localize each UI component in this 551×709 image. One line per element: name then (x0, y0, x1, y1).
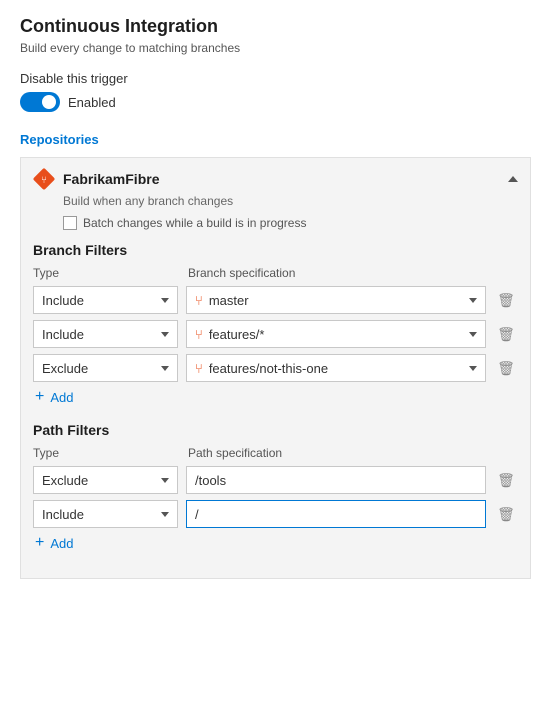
path-spec-col-label: Path specification (188, 446, 518, 460)
branch-filters-title: Branch Filters (33, 242, 518, 258)
path-filters-section: Path Filters Type Path specification Exc… (33, 422, 518, 552)
page-subtitle: Build every change to matching branches (20, 41, 531, 55)
spec-inner-0: ⑂ master (195, 293, 249, 308)
repo-collapse-chevron[interactable] (508, 176, 518, 182)
branch-add-label: Add (50, 390, 73, 405)
path-type-value-1: Include (42, 507, 84, 522)
repo-icon: ⑂ (33, 168, 55, 190)
page-container: Continuous Integration Build every chang… (0, 0, 551, 611)
path-add-label: Add (50, 536, 73, 551)
repo-header: ⑂ FabrikamFibre (33, 168, 518, 190)
path-filter-row-1: Include 🗑 (33, 500, 518, 528)
path-spec-input-1[interactable] (186, 500, 486, 528)
branch-filter-row-1: Include ⑂ features/* 🗑 (33, 320, 518, 348)
batch-row: Batch changes while a build is in progre… (63, 216, 518, 230)
path-chevron-down-0 (161, 478, 169, 483)
repositories-section-title: Repositories (20, 132, 531, 147)
branch-filter-row-0: Include ⑂ master 🗑 (33, 286, 518, 314)
repo-name: FabrikamFibre (63, 171, 500, 187)
path-delete-btn-0[interactable]: 🗑 (494, 468, 518, 492)
path-type-col-label: Type (33, 446, 178, 460)
path-filters-header: Type Path specification (33, 446, 518, 460)
branch-spec-value-0: master (209, 293, 249, 308)
page-title: Continuous Integration (20, 16, 531, 37)
chevron-down-icon-spec-2 (469, 366, 477, 371)
branch-delete-btn-1[interactable]: 🗑 (494, 322, 518, 346)
repo-item: ⑂ FabrikamFibre Build when any branch ch… (20, 157, 531, 579)
branch-filters-header: Type Branch specification (33, 266, 518, 280)
path-type-dropdown-1[interactable]: Include (33, 500, 178, 528)
chevron-down-icon-2 (161, 366, 169, 371)
path-add-button[interactable]: + Add (35, 534, 518, 552)
chevron-down-icon-spec-0 (469, 298, 477, 303)
path-spec-input-0[interactable] (186, 466, 486, 494)
branch-type-dropdown-0[interactable]: Include (33, 286, 178, 314)
chevron-down-icon-0 (161, 298, 169, 303)
chevron-down-icon-1 (161, 332, 169, 337)
branch-icon-0: ⑂ (195, 293, 203, 308)
svg-text:⑂: ⑂ (41, 175, 47, 186)
branch-spec-dropdown-0[interactable]: ⑂ master (186, 286, 486, 314)
branch-type-col-label: Type (33, 266, 178, 280)
batch-label: Batch changes while a build is in progre… (83, 216, 306, 230)
branch-spec-dropdown-1[interactable]: ⑂ features/* (186, 320, 486, 348)
enable-toggle[interactable] (20, 92, 60, 112)
branch-spec-col-label: Branch specification (188, 266, 518, 280)
branch-filter-row-2: Exclude ⑂ features/not-this-one 🗑 (33, 354, 518, 382)
branch-type-value-1: Include (42, 327, 84, 342)
branch-icon-1: ⑂ (195, 327, 203, 342)
branch-icon-2: ⑂ (195, 361, 203, 376)
branch-spec-dropdown-2[interactable]: ⑂ features/not-this-one (186, 354, 486, 382)
spec-inner-1: ⑂ features/* (195, 327, 264, 342)
branch-type-dropdown-2[interactable]: Exclude (33, 354, 178, 382)
batch-checkbox[interactable] (63, 216, 77, 230)
path-filters-title: Path Filters (33, 422, 518, 438)
branch-add-plus-icon: + (35, 388, 44, 406)
branch-spec-value-2: features/not-this-one (209, 361, 328, 376)
path-add-plus-icon: + (35, 534, 44, 552)
toggle-state-label: Enabled (68, 95, 116, 110)
branch-filters-section: Branch Filters Type Branch specification… (33, 242, 518, 406)
branch-delete-btn-2[interactable]: 🗑 (494, 356, 518, 380)
path-type-dropdown-0[interactable]: Exclude (33, 466, 178, 494)
branch-type-value-0: Include (42, 293, 84, 308)
branch-spec-value-1: features/* (209, 327, 265, 342)
toggle-thumb (42, 95, 56, 109)
branch-type-value-2: Exclude (42, 361, 88, 376)
path-type-value-0: Exclude (42, 473, 88, 488)
branch-type-dropdown-1[interactable]: Include (33, 320, 178, 348)
path-delete-btn-1[interactable]: 🗑 (494, 502, 518, 526)
spec-inner-2: ⑂ features/not-this-one (195, 361, 328, 376)
path-filter-row-0: Exclude 🗑 (33, 466, 518, 494)
chevron-down-icon-spec-1 (469, 332, 477, 337)
branch-delete-btn-0[interactable]: 🗑 (494, 288, 518, 312)
repositories-section: Repositories ⑂ FabrikamFibre Build when … (20, 132, 531, 579)
path-chevron-down-1 (161, 512, 169, 517)
repo-subtitle: Build when any branch changes (63, 194, 518, 208)
disable-trigger-label: Disable this trigger (20, 71, 531, 86)
branch-add-button[interactable]: + Add (35, 388, 518, 406)
